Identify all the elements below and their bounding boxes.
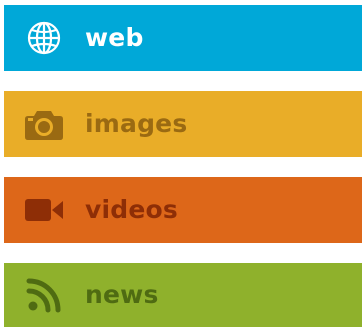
menu-item-images[interactable]: images	[4, 91, 362, 157]
camera-icon	[24, 106, 64, 142]
menu-item-label: images	[85, 108, 188, 138]
globe-icon	[24, 20, 64, 56]
menu-item-label: videos	[85, 194, 178, 224]
rss-icon	[24, 277, 64, 313]
category-menu: web images videos news	[0, 0, 362, 327]
menu-item-label: news	[85, 279, 159, 309]
menu-item-videos[interactable]: videos	[4, 177, 362, 243]
video-camera-icon	[24, 192, 64, 228]
menu-item-label: web	[85, 22, 144, 52]
menu-item-news[interactable]: news	[4, 263, 362, 327]
menu-item-web[interactable]: web	[4, 5, 362, 71]
